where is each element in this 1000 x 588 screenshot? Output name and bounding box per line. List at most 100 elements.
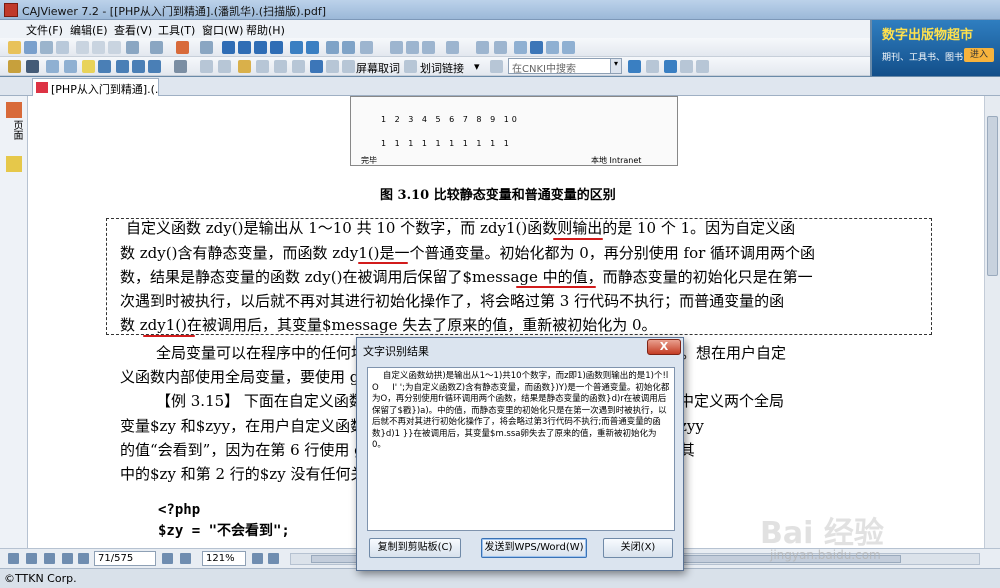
fit-width-icon[interactable] xyxy=(360,41,373,54)
snapshot-icon[interactable] xyxy=(64,60,77,73)
link-word-button[interactable]: 划词链接 xyxy=(420,60,464,76)
pen-icon[interactable] xyxy=(98,60,111,73)
menu-help[interactable]: 帮助(H) xyxy=(246,22,285,38)
full-screen-icon[interactable] xyxy=(476,41,489,54)
zoom-in-icon[interactable] xyxy=(268,553,279,564)
screen-ocr-button[interactable]: 屏幕取词 xyxy=(356,60,400,76)
rectangle-icon[interactable] xyxy=(132,60,145,73)
menu-edit[interactable]: 编辑(E) xyxy=(70,22,108,38)
ellipse-icon[interactable] xyxy=(148,60,161,73)
app-icon xyxy=(4,3,18,17)
menu-view[interactable]: 查看(V) xyxy=(114,22,152,38)
facing-page-icon[interactable] xyxy=(422,41,435,54)
single-page-icon[interactable] xyxy=(390,41,403,54)
text-select-icon[interactable] xyxy=(26,60,39,73)
back-icon[interactable] xyxy=(290,41,303,54)
first-page-icon[interactable] xyxy=(222,41,235,54)
cnki-search-input[interactable]: 在CNKI中搜索 xyxy=(508,58,620,75)
fit-page-icon[interactable] xyxy=(530,41,543,54)
next-page-icon[interactable] xyxy=(254,41,267,54)
last-page-icon[interactable] xyxy=(78,553,89,564)
digital-publication-banner[interactable]: 数字出版物超市 期刊、工具书、图书... 进入 xyxy=(872,20,1000,76)
banner-enter-button[interactable]: 进入 xyxy=(964,48,994,62)
pages-panel-label[interactable]: 页面 xyxy=(9,120,24,140)
layout-icon[interactable] xyxy=(446,41,459,54)
tab-document[interactable]: [PHP从入门到精通].(... xyxy=(32,78,159,96)
bookmark-icon[interactable] xyxy=(218,60,231,73)
pages-panel-icon[interactable] xyxy=(6,102,22,118)
dialog-close-button[interactable]: X xyxy=(647,339,681,355)
hand-tool-icon[interactable] xyxy=(8,60,21,73)
about-icon[interactable] xyxy=(680,60,693,73)
ocr-active-icon[interactable] xyxy=(310,60,323,73)
search-options-icon[interactable] xyxy=(646,60,659,73)
chevron-down-icon[interactable]: ▾ xyxy=(474,60,480,73)
print-icon[interactable] xyxy=(40,41,53,54)
copy-icon[interactable] xyxy=(92,41,105,54)
dialog-close-x-button[interactable]: 关闭(X) xyxy=(603,538,673,558)
knowledge-icon[interactable] xyxy=(274,60,287,73)
line-icon[interactable] xyxy=(116,60,129,73)
capture-settings-icon[interactable] xyxy=(342,60,355,73)
cut-icon[interactable] xyxy=(76,41,89,54)
scroll-thumb[interactable] xyxy=(987,116,998,276)
link-word-icon xyxy=(404,60,417,73)
copy-to-clipboard-button[interactable]: 复制到剪贴板(C) xyxy=(369,538,461,558)
ocr-icon[interactable] xyxy=(238,60,251,73)
highlight-icon[interactable] xyxy=(82,60,95,73)
ocr-result-text: 自定义函数幼拱)是输出从1～1)共10个数字，而z即1)函数则输出的是1)个!l… xyxy=(372,371,674,450)
word-capture-icon[interactable] xyxy=(326,60,339,73)
actual-size-icon[interactable] xyxy=(514,41,527,54)
zoom-tool-icon[interactable] xyxy=(562,41,575,54)
ocr-text-area[interactable]: 自定义函数幼拱)是输出从1～1)共10个数字，而z即1)函数则输出的是1)个!l… xyxy=(367,367,675,531)
search-go-icon[interactable] xyxy=(628,60,641,73)
annotations-panel-icon[interactable] xyxy=(6,156,22,172)
menu-file[interactable]: 文件(F) xyxy=(26,22,63,38)
forward-icon[interactable] xyxy=(306,41,319,54)
print-preview-icon[interactable] xyxy=(56,41,69,54)
next-page-icon[interactable] xyxy=(62,553,73,564)
help-icon[interactable] xyxy=(664,60,677,73)
paste-icon[interactable] xyxy=(108,41,121,54)
rotate-icon[interactable] xyxy=(494,41,507,54)
watermark-url: jingyan.baidu.com xyxy=(770,548,881,562)
settings-icon[interactable] xyxy=(696,60,709,73)
image-select-icon[interactable] xyxy=(46,60,59,73)
zoom-out-icon[interactable] xyxy=(252,553,263,564)
translate-icon[interactable] xyxy=(256,60,269,73)
search-dropdown-icon[interactable]: ▾ xyxy=(610,58,622,74)
last-page-icon[interactable] xyxy=(270,41,283,54)
magnifier-icon[interactable] xyxy=(546,41,559,54)
page-number-field[interactable]: 71/575 xyxy=(94,551,156,566)
save-icon[interactable] xyxy=(24,41,37,54)
find-icon[interactable] xyxy=(200,41,213,54)
send-to-wps-word-button[interactable]: 发送到WPS/Word(W) xyxy=(481,538,587,558)
zoom-level-field[interactable]: 121% xyxy=(202,551,246,566)
figure-output-row2: 1 1 1 1 1 1 1 1 1 1 xyxy=(381,139,512,148)
view-mode-icon[interactable] xyxy=(8,553,19,564)
web-icon[interactable] xyxy=(490,60,503,73)
select-text-icon[interactable] xyxy=(176,41,189,54)
ocr-result-dialog: 文字识别结果 X 自定义函数幼拱)是输出从1～1)共10个数字，而z即1)函数则… xyxy=(356,337,684,571)
zoom-in-icon[interactable] xyxy=(326,41,339,54)
redo-icon[interactable] xyxy=(150,41,163,54)
paragraph-line: 次遇到时被执行，以后就不再对其进行初始化操作了，将会略过第 3 行代码不执行；而… xyxy=(120,292,785,310)
previous-page-icon[interactable] xyxy=(238,41,251,54)
menu-window[interactable]: 窗口(W) xyxy=(202,22,243,38)
undo-icon[interactable] xyxy=(126,41,139,54)
note-icon[interactable] xyxy=(200,60,213,73)
vertical-scrollbar[interactable] xyxy=(984,96,1000,548)
continuous-page-icon[interactable] xyxy=(406,41,419,54)
fit-page-icon[interactable] xyxy=(162,553,173,564)
open-folder-icon[interactable] xyxy=(8,41,21,54)
dialog-title: 文字识别结果 xyxy=(363,345,429,358)
fit-width-icon[interactable] xyxy=(180,553,191,564)
reference-icon[interactable] xyxy=(292,60,305,73)
eraser-icon[interactable] xyxy=(174,60,187,73)
figure-screenshot: 1 2 3 4 5 6 7 8 9 10 1 1 1 1 1 1 1 1 1 1… xyxy=(350,96,678,166)
first-page-icon[interactable] xyxy=(26,553,37,564)
zoom-out-icon[interactable] xyxy=(342,41,355,54)
menu-bar: 文件(F) 编辑(E) 查看(V) 工具(T) 窗口(W) 帮助(H) xyxy=(0,20,870,38)
previous-page-icon[interactable] xyxy=(44,553,55,564)
menu-tools[interactable]: 工具(T) xyxy=(158,22,195,38)
